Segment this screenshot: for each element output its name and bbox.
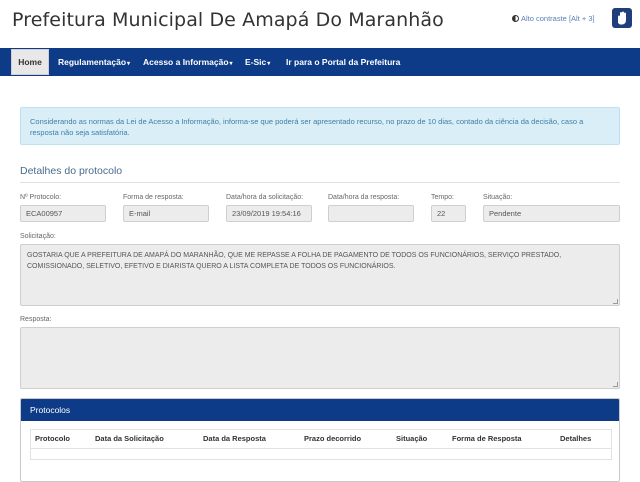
data-resposta-field[interactable] [328,205,414,222]
accessibility-hand-icon[interactable] [612,8,632,28]
resize-handle[interactable] [613,299,618,304]
section-title: Detalhes do protocolo [20,165,123,177]
tempo-field[interactable]: 22 [431,205,466,222]
nav-portal-prefeitura[interactable]: Ir para o Portal da Prefeitura [286,48,400,76]
site-title: Prefeitura Municipal De Amapá Do Maranhã… [12,9,444,31]
chevron-down-icon: ▾ [229,61,233,67]
table-header-prazo: Prazo decorrido [304,434,362,443]
table-header-forma-resposta: Forma de Resposta [452,434,522,443]
protocolo-field[interactable]: ECA00957 [20,205,106,222]
forma-resposta-label: Forma de resposta: [123,194,184,201]
info-alert: Considerando as normas da Lei de Acesso … [20,107,620,145]
solicitacao-text: GOSTARIA QUE A PREFEITURA DE AMAPÁ DO MA… [27,252,562,270]
table-row [31,448,611,449]
high-contrast-toggle[interactable]: Alto contraste [Alt + 3] [512,14,595,23]
solicitacao-textarea[interactable]: GOSTARIA QUE A PREFEITURA DE AMAPÁ DO MA… [20,244,620,306]
resposta-textarea[interactable] [20,327,620,389]
nav-esic-label: E-Sic [245,57,267,67]
nav-regulamentacao-label: Regulamentação [58,57,127,67]
nav-acesso-label: Acesso a Informação [143,57,229,67]
main-navbar: Home Regulamentação▾ Acesso a Informação… [0,48,640,76]
divider [20,182,620,183]
contrast-label: Alto contraste [Alt + 3] [521,14,595,23]
situacao-label: Situação: [483,194,513,201]
resize-handle[interactable] [613,382,618,387]
solicitacao-label: Solicitação: [20,233,56,240]
data-solicitacao-field[interactable]: 23/09/2019 19:54:16 [226,205,312,222]
data-solicitacao-label: Data/hora da solicitação: [226,194,304,201]
protocolo-label: Nº Protocolo: [20,194,62,201]
table-header-data-solicitacao: Data da Solicitação [95,434,164,443]
data-resposta-label: Data/hora da resposta: [328,194,400,201]
table-header-protocolo: Protocolo [35,434,70,443]
header: Prefeitura Municipal De Amapá Do Maranhã… [0,0,640,48]
protocolos-panel-title: Protocolos [21,399,619,421]
table-header-situacao: Situação [396,434,428,443]
resposta-label: Resposta: [20,316,52,323]
forma-resposta-field[interactable]: E-mail [123,205,209,222]
table-header-detalhes: Detalhes [560,434,592,443]
tempo-label: Tempo: [431,194,454,201]
nav-esic[interactable]: E-Sic▾ [245,48,270,76]
contrast-icon [512,15,519,22]
chevron-down-icon: ▾ [127,61,131,67]
nav-acesso-informacao[interactable]: Acesso a Informação▾ [143,48,233,76]
nav-portal-label: Ir para o Portal da Prefeitura [286,57,401,67]
situacao-field[interactable]: Pendente [483,205,620,222]
nav-home-label: Home [18,57,42,67]
chevron-down-icon: ▾ [267,61,271,67]
nav-home[interactable]: Home [11,49,49,75]
protocolos-table: Protocolo Data da Solicitação Data da Re… [30,429,612,460]
nav-regulamentacao[interactable]: Regulamentação▾ [58,48,130,76]
table-header-data-resposta: Data da Resposta [203,434,266,443]
protocolos-panel: Protocolos Protocolo Data da Solicitação… [20,398,620,482]
